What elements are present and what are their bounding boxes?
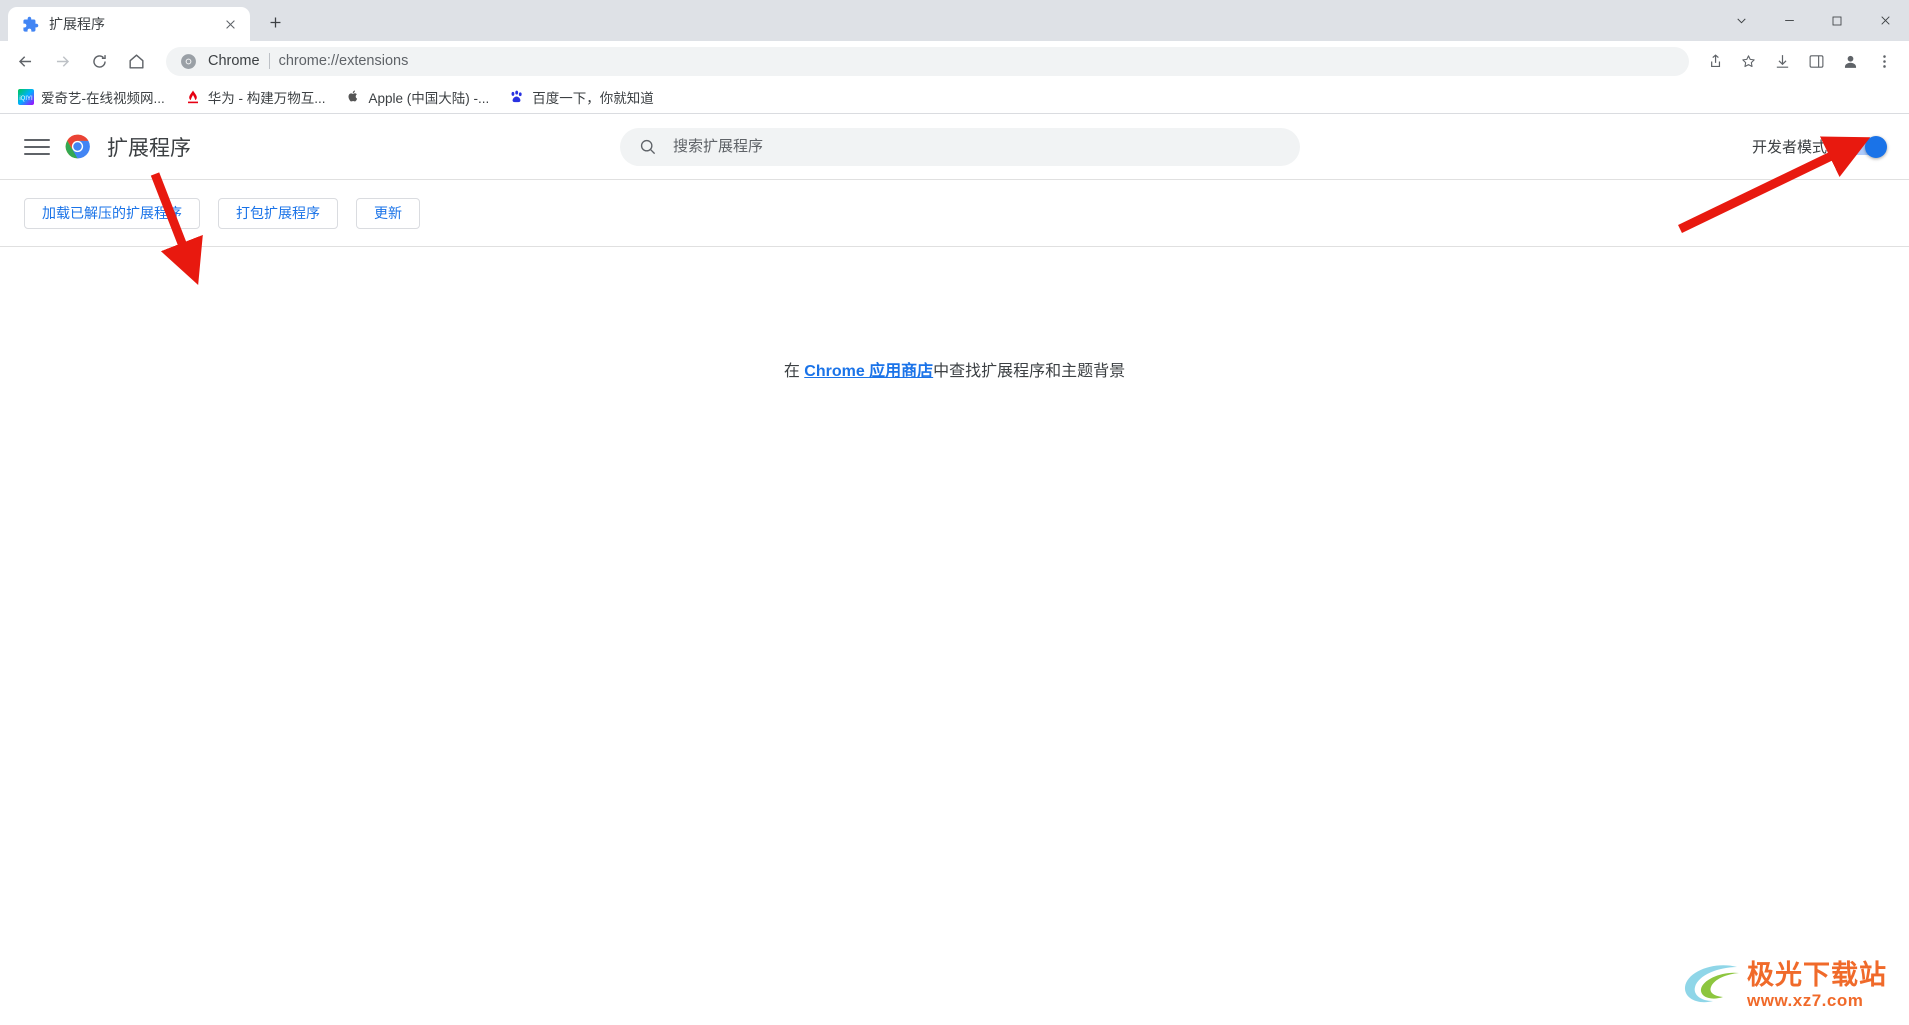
- chrome-web-store-link[interactable]: Chrome 应用商店: [804, 363, 933, 380]
- bookmark-star-icon[interactable]: [1733, 46, 1763, 76]
- tab-title: 扩展程序: [49, 16, 105, 32]
- back-button[interactable]: [10, 46, 40, 76]
- puzzle-icon: [22, 16, 39, 33]
- side-panel-icon[interactable]: [1801, 46, 1831, 76]
- watermark-url: www.xz7.com: [1747, 990, 1864, 1010]
- huawei-icon: [185, 89, 201, 105]
- update-button[interactable]: 更新: [356, 197, 420, 229]
- apple-icon: [346, 89, 362, 105]
- developer-mode-control: 开发者模式: [1751, 135, 1887, 158]
- browser-window: 扩展程序 Chrome chrome://extensions iQIYI 爱奇…: [0, 0, 1909, 1025]
- watermark-logo-icon: [1684, 965, 1739, 1003]
- tab-extensions[interactable]: 扩展程序: [8, 7, 250, 41]
- maximize-icon[interactable]: [1813, 0, 1861, 41]
- search-icon: [638, 137, 657, 156]
- bookmark-item-iqiyi[interactable]: iQIYI 爱奇艺-在线视频网...: [10, 84, 173, 110]
- developer-mode-label: 开发者模式: [1751, 139, 1827, 156]
- omnibox-separator: [268, 53, 270, 69]
- bookmarks-bar: iQIYI 爱奇艺-在线视频网... 华为 - 构建万物互... Apple (…: [0, 81, 1909, 114]
- browser-toolbar: Chrome chrome://extensions: [0, 41, 1909, 81]
- bookmark-item-apple[interactable]: Apple (中国大陆) -...: [338, 84, 498, 110]
- search-input[interactable]: [673, 138, 1282, 155]
- empty-state-suffix: 中查找扩展程序和主题背景: [933, 363, 1126, 380]
- extensions-page: 扩展程序 开发者模式 加载已解压的扩展程序 打包扩展程序 更新 在 Chrome: [0, 114, 1909, 1025]
- watermark-title: 极光下载站: [1747, 959, 1887, 990]
- extensions-action-toolbar: 加载已解压的扩展程序 打包扩展程序 更新: [0, 180, 1909, 247]
- tab-strip: 扩展程序: [0, 0, 1909, 41]
- empty-state-prefix: 在: [783, 363, 805, 380]
- reload-button[interactable]: [84, 46, 114, 76]
- extensions-header: 扩展程序 开发者模式: [0, 114, 1909, 180]
- page-title: 扩展程序: [107, 136, 191, 160]
- profile-icon[interactable]: [1835, 46, 1865, 76]
- empty-state-message: 在 Chrome 应用商店中查找扩展程序和主题背景: [784, 357, 1125, 381]
- bookmark-label: 华为 - 构建万物互...: [207, 91, 326, 106]
- hamburger-menu-icon[interactable]: [24, 134, 50, 160]
- chrome-logo-icon: [64, 133, 91, 160]
- bookmark-label: 百度一下，你就知道: [532, 91, 654, 106]
- more-menu-icon[interactable]: [1869, 46, 1899, 76]
- search-box[interactable]: [620, 127, 1300, 166]
- new-tab-button[interactable]: [258, 5, 292, 39]
- bookmark-item-baidu[interactable]: 百度一下，你就知道: [501, 84, 662, 110]
- forward-button[interactable]: [47, 46, 77, 76]
- chevron-down-icon[interactable]: [1717, 0, 1765, 41]
- bookmark-item-huawei[interactable]: 华为 - 构建万物互...: [177, 84, 334, 110]
- minimize-icon[interactable]: [1765, 0, 1813, 41]
- svg-text:iQIYI: iQIYI: [19, 96, 33, 102]
- baidu-icon: [509, 89, 525, 105]
- pack-extension-button[interactable]: 打包扩展程序: [218, 197, 338, 229]
- chrome-logo-icon: [180, 53, 197, 70]
- omnibox-chip: Chrome: [208, 53, 260, 69]
- toggle-knob: [1865, 135, 1887, 158]
- omnibox-url: chrome://extensions: [278, 53, 409, 69]
- load-unpacked-button[interactable]: 加载已解压的扩展程序: [24, 197, 200, 229]
- developer-mode-toggle[interactable]: [1843, 135, 1887, 158]
- bookmark-label: 爱奇艺-在线视频网...: [41, 91, 165, 106]
- download-icon[interactable]: [1767, 46, 1797, 76]
- window-close-icon[interactable]: [1861, 0, 1909, 41]
- bookmark-label: Apple (中国大陆) -...: [368, 91, 490, 106]
- iqiyi-icon: iQIYI: [18, 89, 34, 105]
- home-button[interactable]: [121, 46, 151, 76]
- window-controls: [1717, 0, 1909, 41]
- close-icon[interactable]: [220, 14, 240, 34]
- watermark: 极光下载站 www.xz7.com: [1679, 959, 1887, 1011]
- address-bar[interactable]: Chrome chrome://extensions: [166, 46, 1689, 76]
- extensions-empty-state: 在 Chrome 应用商店中查找扩展程序和主题背景: [0, 247, 1909, 381]
- share-icon[interactable]: [1699, 46, 1729, 76]
